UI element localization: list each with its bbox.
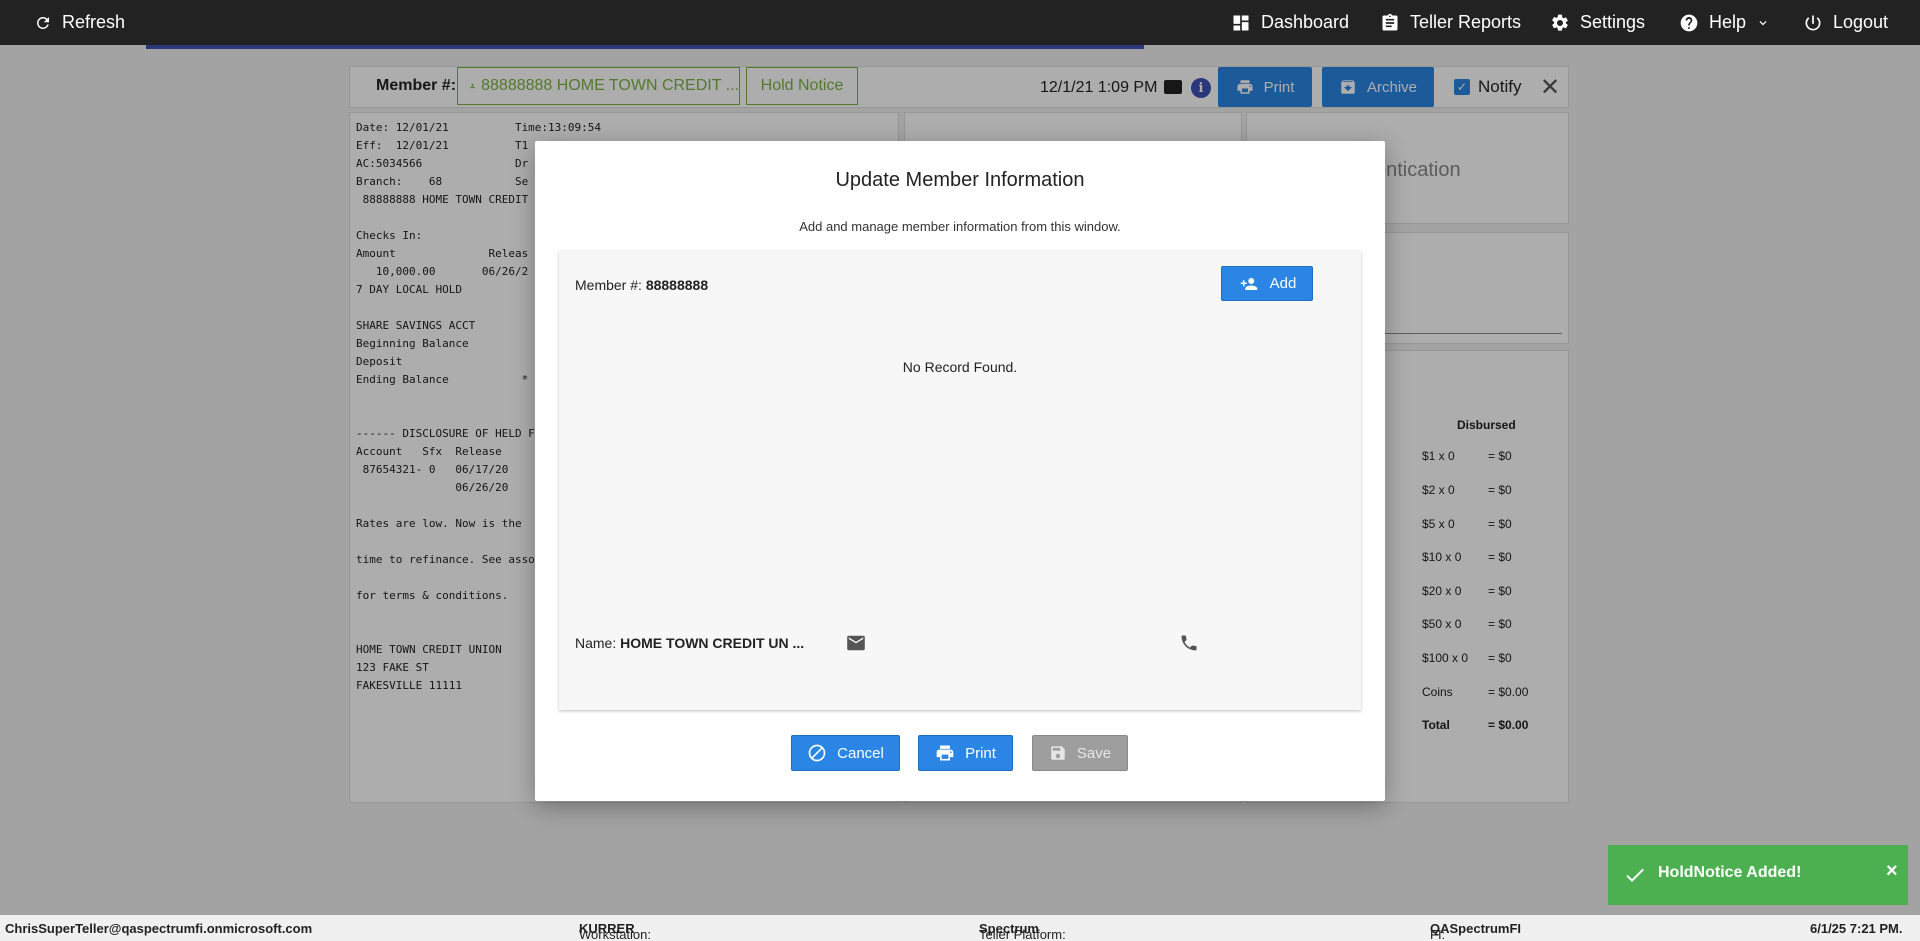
cancel-label: Cancel [837, 744, 884, 762]
update-member-dialog: Update Member Information Add and manage… [535, 141, 1385, 801]
nav-logout-label: Logout [1833, 12, 1889, 32]
status-workstation: Workstation: KURRER [579, 921, 652, 941]
status-bar: ChrisSuperTeller@qaspectrumfi.onmicrosof… [0, 915, 1920, 941]
card-member-value: 88888888 [645, 277, 709, 293]
nav-help[interactable]: Help [1679, 12, 1770, 33]
email-icon[interactable] [846, 635, 866, 651]
print-label: Print [965, 744, 996, 762]
card-name-label: Name: [575, 635, 617, 651]
card-name: Name: HOME TOWN CREDIT UN ... [575, 633, 805, 653]
add-label: Add [1269, 275, 1297, 292]
top-nav-bar: Refresh Dashboard Teller Reports Setting… [0, 0, 1920, 45]
check-icon [1626, 868, 1644, 882]
card-member-number: Member #: 88888888 [575, 277, 708, 293]
save-icon [1051, 746, 1065, 760]
printer-icon [936, 745, 954, 761]
toast-close-icon[interactable]: × [1886, 860, 1898, 883]
no-record-message: No Record Found. [902, 359, 1018, 375]
status-user: ChrisSuperTeller@qaspectrumfi.onmicrosof… [5, 921, 313, 936]
dashboard-icon [1233, 15, 1249, 30]
card-name-value: HOME TOWN CREDIT UN ... [620, 635, 805, 651]
phone-icon[interactable] [1179, 633, 1199, 653]
nav-settings[interactable]: Settings [1550, 12, 1645, 33]
print-button[interactable]: Print [918, 735, 1013, 771]
toast-message: HoldNotice Added! [1658, 864, 1802, 881]
power-icon [1805, 15, 1821, 31]
dialog-title: Update Member Information [835, 169, 1085, 191]
nav-dashboard[interactable]: Dashboard [1231, 12, 1349, 33]
cancel-icon [808, 744, 826, 762]
status-datetime: 6/1/25 7:21 PM. [1810, 921, 1903, 936]
nav-teller-reports[interactable]: Teller Reports [1380, 12, 1521, 33]
card-member-label: Member #: [575, 277, 642, 293]
help-icon [1680, 14, 1698, 31]
nav-logout[interactable]: Logout [1803, 12, 1888, 33]
save-button[interactable]: Save [1032, 735, 1128, 771]
save-label: Save [1076, 744, 1112, 762]
refresh-label: Refresh [62, 12, 126, 32]
clipboard-icon [1382, 13, 1398, 31]
add-button[interactable]: Add [1221, 266, 1313, 301]
member-info-card: Member #: 88888888 Add No Record Found. … [559, 251, 1361, 710]
chevron-down-icon [1759, 20, 1767, 25]
add-person-icon [1240, 277, 1257, 290]
nav-help-label: Help [1709, 12, 1747, 32]
nav-teller-reports-label: Teller Reports [1410, 12, 1522, 32]
nav-settings-label: Settings [1580, 12, 1646, 32]
gear-icon [1552, 14, 1568, 31]
refresh-icon [36, 16, 49, 29]
refresh-button[interactable]: Refresh [34, 12, 125, 33]
success-toast: HoldNotice Added! × [1608, 845, 1908, 905]
status-platform: Teller Platform: Spectrum [979, 921, 1066, 941]
dialog-subtitle: Add and manage member information from t… [799, 219, 1121, 234]
cancel-button[interactable]: Cancel [791, 735, 900, 771]
nav-dashboard-label: Dashboard [1261, 12, 1350, 32]
status-fi: FI: QASpectrumFI [1430, 921, 1522, 941]
